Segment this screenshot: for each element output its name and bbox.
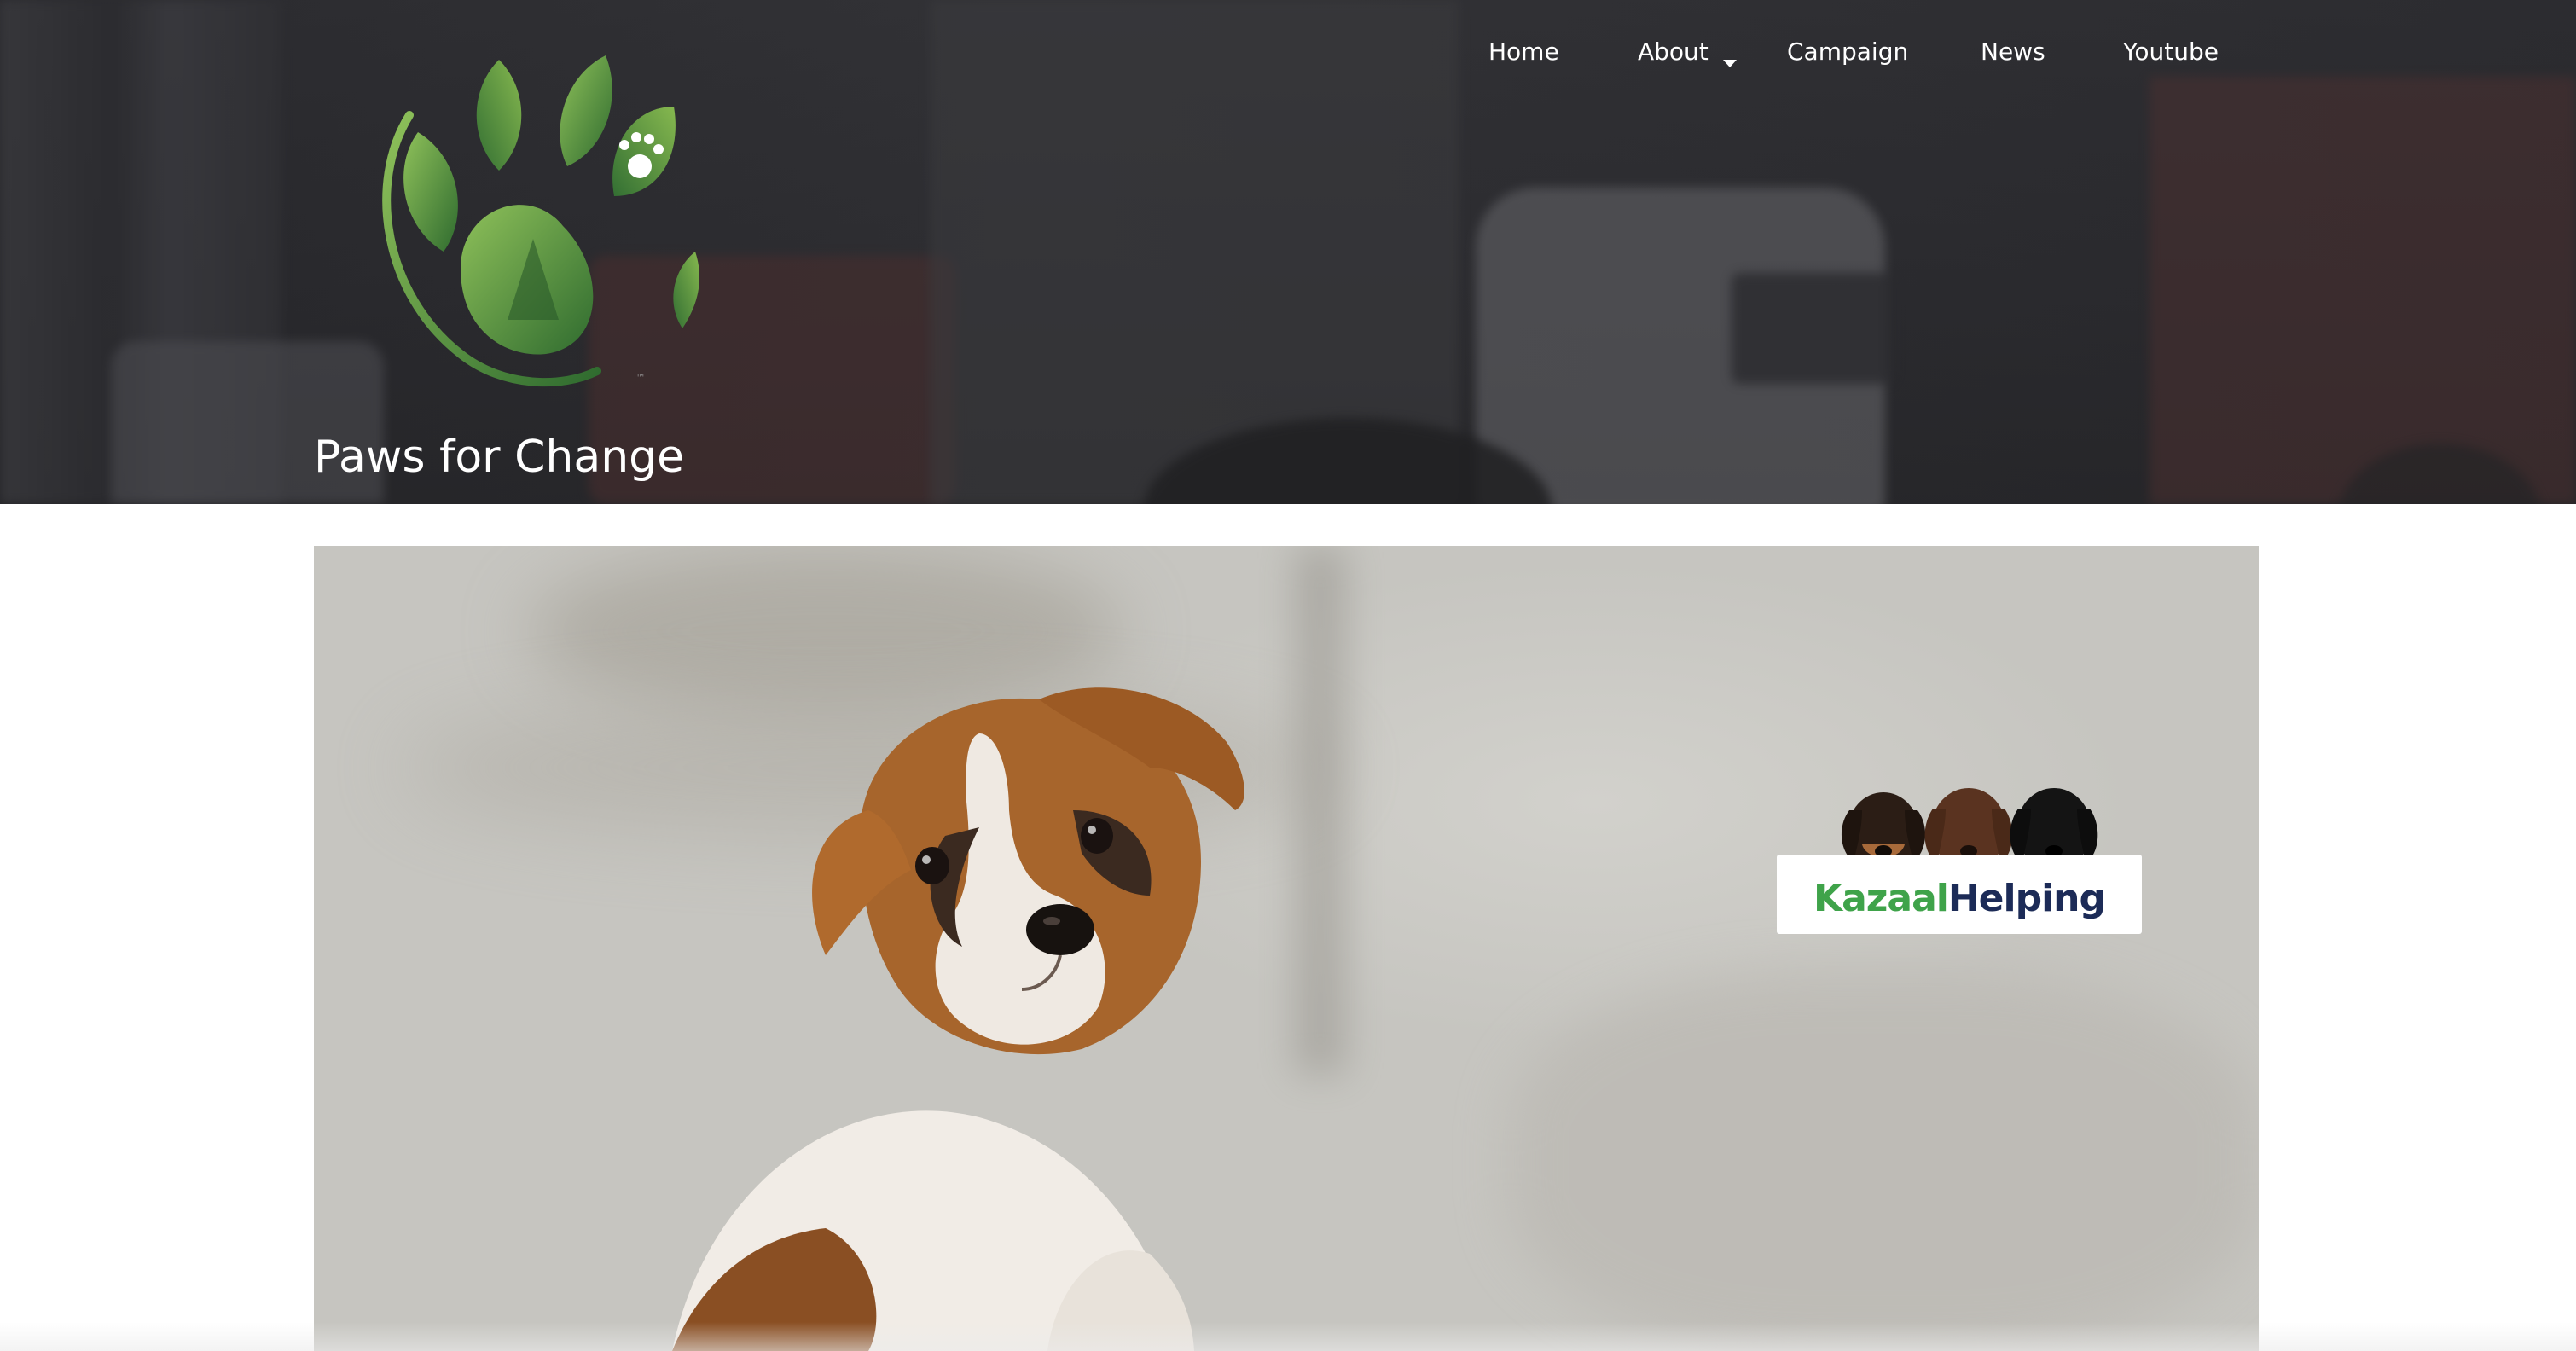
badge-brand-part2: Helping — [1947, 877, 2106, 920]
hero-bg-shape — [1508, 972, 2259, 1351]
caret-down-icon[interactable] — [1720, 43, 1739, 67]
kazaal-helping-badge[interactable]: KazaalHelping — [1777, 776, 2142, 938]
site-header: ™ Paws for Change Home About Campaign Ne… — [0, 0, 2576, 504]
badge-brand-part1: Kazaal — [1813, 877, 1949, 920]
nav-item-about[interactable]: About — [1638, 31, 1709, 73]
site-title[interactable]: Paws for Change — [314, 435, 684, 479]
site-logo[interactable]: ™ — [358, 38, 708, 397]
trademark-mark: ™ — [635, 372, 646, 384]
nav-item-campaign[interactable]: Campaign — [1787, 31, 1908, 73]
nav-item-home[interactable]: Home — [1488, 31, 1559, 73]
header-bg-shape — [2150, 77, 2576, 504]
header-bg-shape — [1732, 273, 1894, 384]
puppy-photo — [672, 640, 1440, 1351]
hero-image: KazaalHelping — [314, 546, 2259, 1351]
nav-item-youtube[interactable]: Youtube — [2123, 31, 2219, 73]
badge-brand-text: KazaalHelping — [1777, 877, 2142, 922]
paw-leaf-logo-icon: ™ — [382, 55, 699, 387]
nav-item-news[interactable]: News — [1981, 31, 2045, 73]
